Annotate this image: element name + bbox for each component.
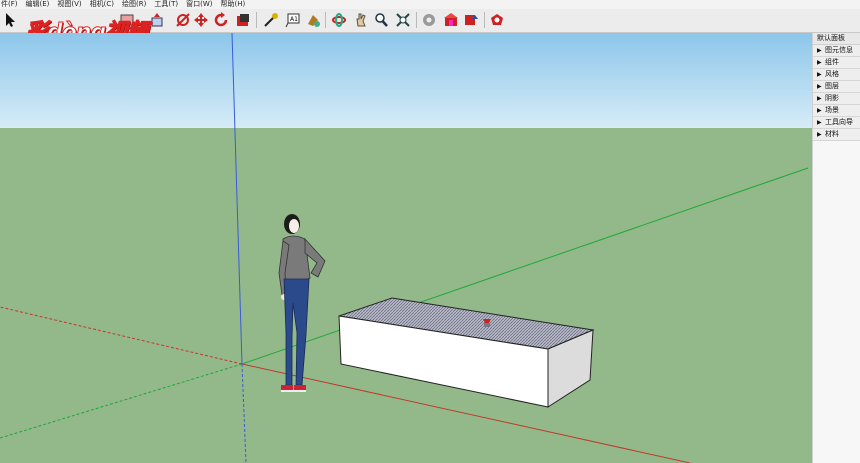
share-icon[interactable] (462, 11, 480, 29)
zoom-extents-icon[interactable] (394, 11, 412, 29)
tray-title: 默认面板 (813, 33, 860, 45)
tray-item-shadows[interactable]: ▶ 阴影 (813, 93, 860, 105)
offset-icon[interactable] (234, 11, 252, 29)
component-icon[interactable] (420, 11, 438, 29)
expand-arrow-icon: ▶ (817, 119, 822, 126)
pan-icon[interactable] (352, 11, 370, 29)
extension-icon[interactable] (488, 11, 506, 29)
menu-bar: 件(F) 编辑(E) 视图(V) 相机(C) 绘图(R) 工具(T) 窗口(W)… (0, 0, 860, 9)
tray-item-styles[interactable]: ▶ 风格 (813, 69, 860, 81)
tray-item-layers[interactable]: ▶ 图层 (813, 81, 860, 93)
expand-arrow-icon: ▶ (817, 83, 822, 90)
svg-text:A1: A1 (290, 16, 298, 23)
tape-measure-icon[interactable] (262, 11, 280, 29)
menu-edit[interactable]: 编辑(E) (25, 0, 51, 9)
rotate-icon[interactable] (212, 11, 230, 29)
expand-arrow-icon: ▶ (817, 71, 822, 78)
expand-arrow-icon: ▶ (817, 107, 822, 114)
expand-arrow-icon: ▶ (817, 47, 822, 54)
paint-icon[interactable] (304, 11, 322, 29)
menu-file[interactable]: 件(F) (0, 0, 19, 9)
tray-item-instructor[interactable]: ▶ 工具向导 (813, 117, 860, 129)
select-arrow-icon[interactable] (2, 11, 20, 29)
move-icon[interactable] (192, 11, 210, 29)
tray-item-scenes[interactable]: ▶ 场景 (813, 105, 860, 117)
warehouse-icon[interactable] (442, 11, 460, 29)
menu-tools[interactable]: 工具(T) (153, 0, 179, 9)
expand-arrow-icon: ▶ (817, 95, 822, 102)
ground (0, 128, 812, 463)
tray-item-entity-info[interactable]: ▶ 图元信息 (813, 45, 860, 57)
menu-help[interactable]: 帮助(H) (219, 0, 246, 9)
menu-draw[interactable]: 绘图(R) (121, 0, 147, 9)
push-pull-icon[interactable] (148, 11, 166, 29)
3d-viewport[interactable] (0, 33, 812, 463)
sky (0, 33, 812, 128)
scale-icon[interactable] (174, 11, 192, 29)
menu-view[interactable]: 视图(V) (56, 0, 82, 9)
expand-arrow-icon: ▶ (817, 131, 822, 138)
default-tray: 默认面板 ▶ 图元信息 ▶ 组件 ▶ 风格 ▶ 图层 ▶ 阴影 ▶ 场景 ▶ 工具向导 ▶ 材料 (812, 33, 860, 463)
text-icon[interactable]: A1 (284, 11, 302, 29)
menu-camera[interactable]: 相机(C) (89, 0, 115, 9)
orbit-icon[interactable] (330, 11, 348, 29)
tray-item-materials[interactable]: ▶ 材料 (813, 129, 860, 141)
zoom-icon[interactable] (372, 11, 390, 29)
expand-arrow-icon: ▶ (817, 59, 822, 66)
tray-item-components[interactable]: ▶ 组件 (813, 57, 860, 69)
menu-window[interactable]: 窗口(W) (185, 0, 213, 9)
